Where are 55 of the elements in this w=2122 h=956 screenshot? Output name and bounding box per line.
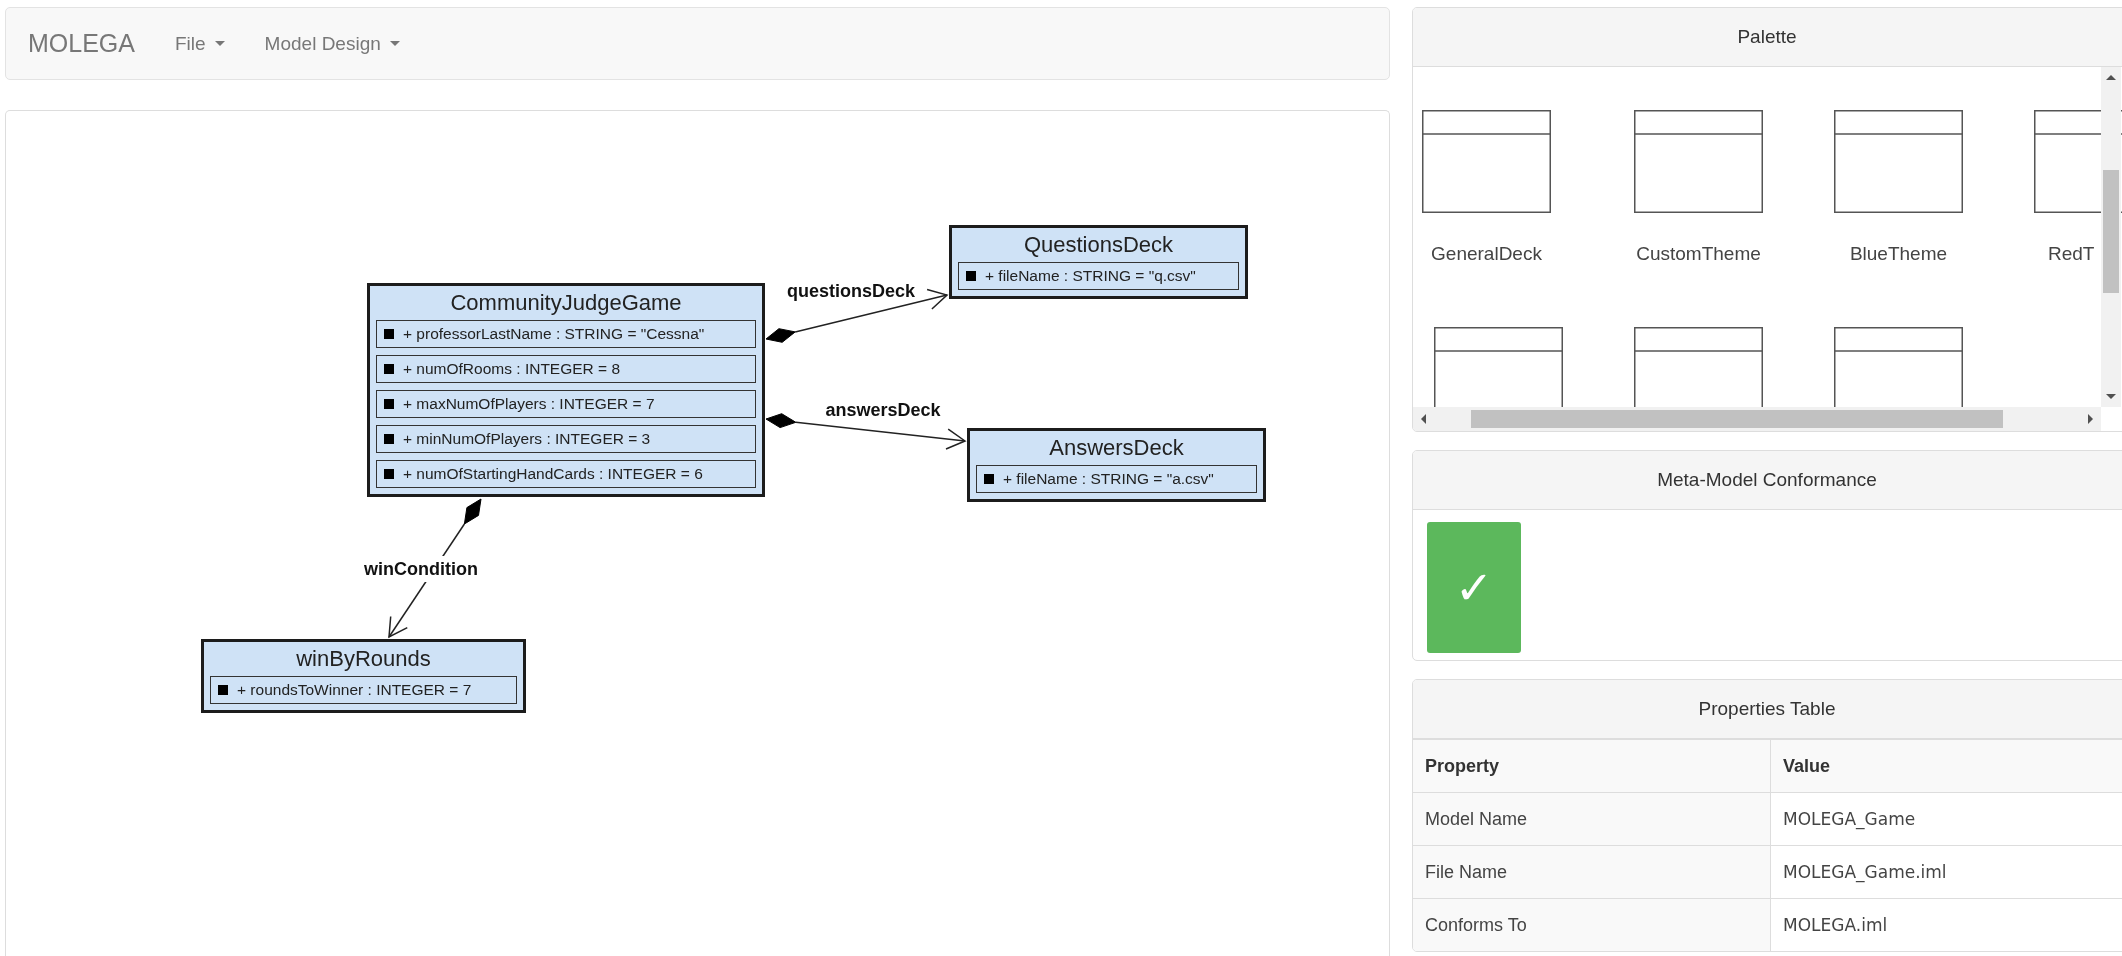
square-icon <box>966 271 976 281</box>
table-cell: Model Name <box>1413 792 1771 846</box>
palette-item-label[interactable]: RedT <box>2048 243 2095 265</box>
menu-dropdown[interactable]: Model Design <box>264 32 400 55</box>
attribute-row[interactable]: + numOfRooms : INTEGER = 8 <box>376 355 756 383</box>
association-label: questionsDeck <box>785 280 916 303</box>
attribute-row[interactable]: + fileName : STRING = "a.csv" <box>976 465 1257 493</box>
square-icon <box>984 474 994 484</box>
horizontal-scrollbar[interactable] <box>1413 407 2101 431</box>
palette-item-label[interactable]: CustomTheme <box>1636 243 1761 265</box>
square-icon <box>384 399 394 409</box>
class-node[interactable]: winByRounds + roundsToWinner : INTEGER = 7 <box>201 639 526 713</box>
attribute-row[interactable]: + maxNumOfPlayers : INTEGER = 7 <box>376 390 756 418</box>
class-shape-icon[interactable] <box>1834 327 1963 407</box>
palette-item-label[interactable]: GeneralDeck <box>1431 243 1542 265</box>
class-name: winByRounds <box>295 645 432 673</box>
class-shape-icon[interactable] <box>1434 327 1563 407</box>
square-icon <box>384 469 394 479</box>
caret-icon <box>214 41 225 46</box>
attribute-row[interactable]: + fileName : STRING = "q.csv" <box>958 262 1239 290</box>
panel-heading: Palette <box>1413 8 2122 67</box>
panel-heading: Meta-Model Conformance <box>1413 451 2122 510</box>
attribute-row[interactable]: + professorLastName : STRING = "Cessna" <box>376 320 756 348</box>
column-header: Value <box>1770 739 2122 793</box>
square-icon <box>384 329 394 339</box>
menu-dropdown[interactable]: File <box>175 32 225 55</box>
attribute-row[interactable]: + minNumOfPlayers : INTEGER = 3 <box>376 425 756 453</box>
column-header: Property <box>1413 739 1771 793</box>
class-name: AnswersDeck <box>1048 434 1185 462</box>
table-cell: MOLEGA_Game.iml <box>1770 845 2122 899</box>
square-icon <box>384 434 394 444</box>
association-label: answersDeck <box>824 399 942 422</box>
vertical-scrollbar[interactable] <box>2101 67 2121 407</box>
table-cell: Conforms To <box>1413 898 1771 951</box>
class-shape-icon[interactable] <box>1834 110 1963 213</box>
table-cell: MOLEGA_Game <box>1770 792 2122 846</box>
conformance-status: ✓ <box>1427 522 1521 653</box>
caret-icon <box>389 41 400 46</box>
attribute-row[interactable]: + roundsToWinner : INTEGER = 7 <box>210 676 517 704</box>
class-name: QuestionsDeck <box>1022 231 1175 259</box>
brand-link[interactable]: MOLEGA <box>28 29 135 58</box>
class-node[interactable]: CommunityJudgeGame + professorLastName : STRING = "Cessna" + numOfRooms : INTEGER = 8 + maxNumOfPlayers : INTEGER = 7 + minNumOfPlayers : INTEGER = 3 + numOfStartingHandCards : INTEGER = 6 <box>367 283 765 497</box>
square-icon <box>384 364 394 374</box>
class-shape-icon[interactable] <box>1634 110 1763 213</box>
class-shape-icon[interactable] <box>1422 110 1551 213</box>
square-icon <box>218 685 228 695</box>
table-cell: File Name <box>1413 845 1771 899</box>
class-name: CommunityJudgeGame <box>449 289 683 317</box>
class-node[interactable]: AnswersDeck + fileName : STRING = "a.csv" <box>967 428 1266 502</box>
class-node[interactable]: QuestionsDeck + fileName : STRING = "q.csv" <box>949 225 1248 299</box>
table-cell: MOLEGA.iml <box>1770 898 2122 951</box>
attribute-row[interactable]: + numOfStartingHandCards : INTEGER = 6 <box>376 460 756 488</box>
class-shape-icon[interactable] <box>1634 327 1763 407</box>
palette-item-label[interactable]: BlueTheme <box>1849 243 1948 265</box>
panel-heading: Properties Table <box>1413 680 2122 739</box>
